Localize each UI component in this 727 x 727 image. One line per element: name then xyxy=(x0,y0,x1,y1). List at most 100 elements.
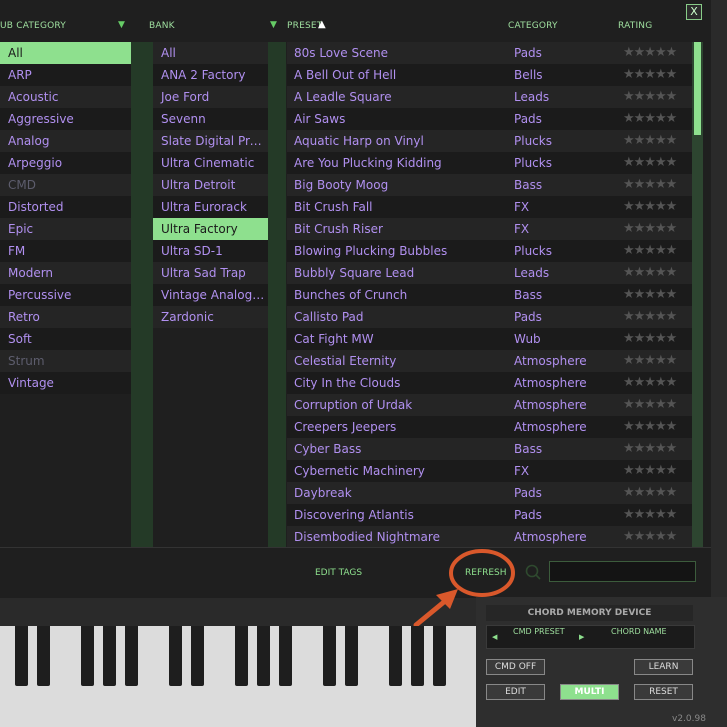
bank-scrollbar[interactable] xyxy=(268,42,286,547)
bank-item[interactable]: Ultra Sad Trap xyxy=(153,262,268,284)
black-key[interactable] xyxy=(37,626,50,686)
bank-item[interactable]: Ultra Eurorack xyxy=(153,196,268,218)
search-input[interactable] xyxy=(549,561,696,582)
rating-stars-icon[interactable]: ★★★★★ xyxy=(623,64,677,86)
black-key[interactable] xyxy=(257,626,270,686)
rating-stars-icon[interactable]: ★★★★★ xyxy=(623,196,677,218)
preset-row[interactable]: Cat Fight MW Wub ★★★★★ xyxy=(287,328,692,350)
edit-tags-button[interactable]: EDIT TAGS xyxy=(315,568,362,578)
rating-stars-icon[interactable]: ★★★★★ xyxy=(623,86,677,108)
black-key[interactable] xyxy=(81,626,94,686)
preset-sort-up-icon[interactable]: ▲ xyxy=(318,19,326,30)
black-key[interactable] xyxy=(323,626,336,686)
rating-stars-icon[interactable]: ★★★★★ xyxy=(623,108,677,130)
rating-stars-icon[interactable]: ★★★★★ xyxy=(623,526,677,547)
sub-category-item[interactable]: Retro xyxy=(0,306,131,328)
bank-item[interactable]: Joe Ford xyxy=(153,86,268,108)
rating-header[interactable]: RATING xyxy=(618,21,652,31)
rating-stars-icon[interactable]: ★★★★★ xyxy=(623,350,677,372)
bank-item[interactable]: Slate Digital Presets xyxy=(153,130,268,152)
black-key[interactable] xyxy=(125,626,138,686)
sub-category-item[interactable]: FM xyxy=(0,240,131,262)
bank-item[interactable]: ANA 2 Factory xyxy=(153,64,268,86)
preset-row[interactable]: A Leadle Square Leads ★★★★★ xyxy=(287,86,692,108)
cmd-next-icon[interactable]: ▶ xyxy=(579,633,584,641)
close-button[interactable]: X xyxy=(686,4,702,20)
preset-row[interactable]: Air Saws Pads ★★★★★ xyxy=(287,108,692,130)
bank-item[interactable]: Vintage Analog C... xyxy=(153,284,268,306)
black-key[interactable] xyxy=(279,626,292,686)
sub-category-item[interactable]: Analog xyxy=(0,130,131,152)
bank-sort-icon[interactable]: ▼ xyxy=(270,20,277,30)
rating-stars-icon[interactable]: ★★★★★ xyxy=(623,42,677,64)
preset-row[interactable]: Disembodied Nightmare Atmosphere ★★★★★ xyxy=(287,526,692,547)
bank-header[interactable]: BANK xyxy=(149,21,175,31)
sub-category-item[interactable]: ARP xyxy=(0,64,131,86)
edit-button[interactable]: EDIT xyxy=(486,684,545,700)
black-key[interactable] xyxy=(15,626,28,686)
rating-stars-icon[interactable]: ★★★★★ xyxy=(623,152,677,174)
preset-row[interactable]: Bit Crush Riser FX ★★★★★ xyxy=(287,218,692,240)
rating-stars-icon[interactable]: ★★★★★ xyxy=(623,438,677,460)
sub-category-item[interactable]: Arpeggio xyxy=(0,152,131,174)
preset-row[interactable]: Are You Plucking Kidding Plucks ★★★★★ xyxy=(287,152,692,174)
rating-stars-icon[interactable]: ★★★★★ xyxy=(623,504,677,526)
sub-category-item[interactable]: Aggressive xyxy=(0,108,131,130)
black-key[interactable] xyxy=(169,626,182,686)
sub-category-scrollbar[interactable] xyxy=(131,42,153,547)
sub-category-item[interactable]: Acoustic xyxy=(0,86,131,108)
black-key[interactable] xyxy=(389,626,402,686)
sub-category-item[interactable]: Strum xyxy=(0,350,131,372)
rating-stars-icon[interactable]: ★★★★★ xyxy=(623,328,677,350)
preset-row[interactable]: Big Booty Moog Bass ★★★★★ xyxy=(287,174,692,196)
rating-stars-icon[interactable]: ★★★★★ xyxy=(623,174,677,196)
cmd-off-button[interactable]: CMD OFF xyxy=(486,659,545,675)
rating-stars-icon[interactable]: ★★★★★ xyxy=(623,482,677,504)
rating-stars-icon[interactable]: ★★★★★ xyxy=(623,262,677,284)
sub-category-item[interactable]: Distorted xyxy=(0,196,131,218)
sub-category-item[interactable]: Soft xyxy=(0,328,131,350)
bank-item[interactable]: Zardonic xyxy=(153,306,268,328)
multi-button[interactable]: MULTI xyxy=(560,684,619,700)
bank-item[interactable]: Ultra SD-1 xyxy=(153,240,268,262)
preset-row[interactable]: Blowing Plucking Bubbles Plucks ★★★★★ xyxy=(287,240,692,262)
sub-category-item[interactable]: Epic xyxy=(0,218,131,240)
category-header[interactable]: CATEGORY xyxy=(508,21,558,31)
white-key[interactable] xyxy=(462,626,476,727)
learn-button[interactable]: LEARN xyxy=(634,659,693,675)
preset-row[interactable]: City In the Clouds Atmosphere ★★★★★ xyxy=(287,372,692,394)
bank-item[interactable]: Ultra Factory xyxy=(153,218,268,240)
rating-stars-icon[interactable]: ★★★★★ xyxy=(623,306,677,328)
black-key[interactable] xyxy=(235,626,248,686)
bank-item[interactable]: Ultra Cinematic xyxy=(153,152,268,174)
rating-stars-icon[interactable]: ★★★★★ xyxy=(623,372,677,394)
piano-keyboard[interactable] xyxy=(0,626,476,727)
preset-row[interactable]: Discovering Atlantis Pads ★★★★★ xyxy=(287,504,692,526)
rating-stars-icon[interactable]: ★★★★★ xyxy=(623,130,677,152)
black-key[interactable] xyxy=(411,626,424,686)
rating-stars-icon[interactable]: ★★★★★ xyxy=(623,416,677,438)
preset-scroll-thumb[interactable] xyxy=(694,42,701,135)
preset-row[interactable]: Bit Crush Fall FX ★★★★★ xyxy=(287,196,692,218)
cmd-prev-icon[interactable]: ◀ xyxy=(492,633,497,641)
rating-stars-icon[interactable]: ★★★★★ xyxy=(623,284,677,306)
preset-row[interactable]: Corruption of Urdak Atmosphere ★★★★★ xyxy=(287,394,692,416)
sub-category-sort-icon[interactable]: ▼ xyxy=(118,20,125,30)
preset-row[interactable]: A Bell Out of Hell Bells ★★★★★ xyxy=(287,64,692,86)
preset-row[interactable]: Aquatic Harp on Vinyl Plucks ★★★★★ xyxy=(287,130,692,152)
rating-stars-icon[interactable]: ★★★★★ xyxy=(623,218,677,240)
sub-category-item[interactable]: CMD xyxy=(0,174,131,196)
preset-row[interactable]: Daybreak Pads ★★★★★ xyxy=(287,482,692,504)
preset-row[interactable]: Creepers Jeepers Atmosphere ★★★★★ xyxy=(287,416,692,438)
black-key[interactable] xyxy=(103,626,116,686)
rating-stars-icon[interactable]: ★★★★★ xyxy=(623,394,677,416)
bank-item[interactable]: All xyxy=(153,42,268,64)
sub-category-header[interactable]: UB CATEGORY xyxy=(0,21,66,31)
sub-category-item[interactable]: Vintage xyxy=(0,372,131,394)
sub-category-item[interactable]: Percussive xyxy=(0,284,131,306)
black-key[interactable] xyxy=(433,626,446,686)
rating-stars-icon[interactable]: ★★★★★ xyxy=(623,460,677,482)
sub-category-item[interactable]: All xyxy=(0,42,131,64)
black-key[interactable] xyxy=(191,626,204,686)
preset-row[interactable]: Cyber Bass Bass ★★★★★ xyxy=(287,438,692,460)
